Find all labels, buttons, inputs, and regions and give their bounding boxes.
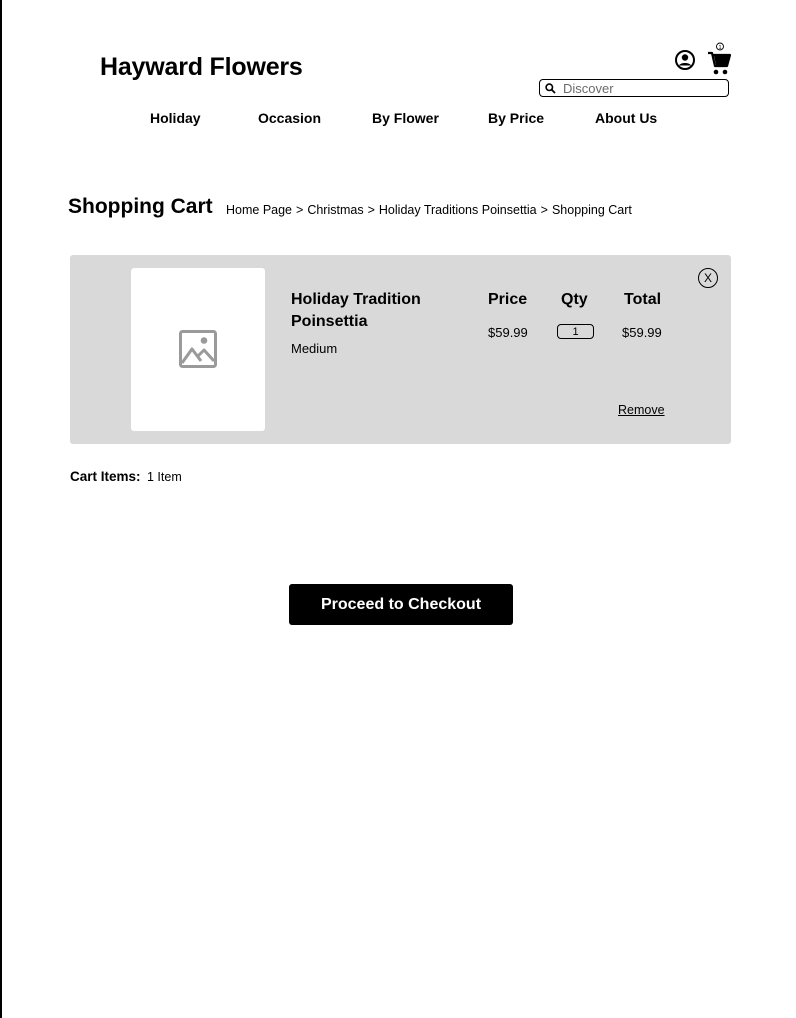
breadcrumb-separator: >: [367, 203, 375, 217]
breadcrumb-separator: >: [296, 203, 304, 217]
item-total: $59.99: [622, 325, 662, 340]
page-title: Shopping Cart: [68, 195, 213, 218]
qty-header: Qty: [561, 291, 588, 308]
cart-count-badge: 1: [718, 45, 721, 51]
cart-icon[interactable]: 1: [706, 42, 732, 78]
nav-item-about-us[interactable]: About Us: [595, 110, 657, 126]
breadcrumb-product[interactable]: Holiday Traditions Poinsettia: [379, 203, 537, 217]
breadcrumb-separator: >: [540, 203, 548, 217]
breadcrumb: Home Page > Christmas > Holiday Traditio…: [226, 203, 632, 217]
search-icon: [545, 82, 556, 94]
breadcrumb-christmas[interactable]: Christmas: [307, 203, 363, 217]
item-price: $59.99: [488, 325, 528, 340]
nav-item-by-flower[interactable]: By Flower: [372, 110, 439, 126]
price-header: Price: [488, 291, 528, 308]
cart-items-count: 1 Item: [147, 470, 182, 484]
site-logo[interactable]: Hayward Flowers: [100, 53, 303, 82]
search-box[interactable]: [539, 79, 729, 97]
search-input[interactable]: [563, 80, 723, 96]
close-icon[interactable]: X: [698, 268, 718, 288]
breadcrumb-home[interactable]: Home Page: [226, 203, 292, 217]
nav-item-occasion[interactable]: Occasion: [258, 110, 321, 126]
account-icon[interactable]: [674, 49, 696, 71]
cart-items-label: Cart Items:: [70, 469, 141, 484]
page-left-border: [0, 0, 2, 1018]
breadcrumb-current: Shopping Cart: [551, 203, 632, 217]
product-image[interactable]: [131, 268, 265, 431]
nav-item-by-price[interactable]: By Price: [488, 110, 544, 126]
remove-link[interactable]: Remove: [618, 403, 665, 417]
product-size: Medium: [291, 341, 338, 356]
image-placeholder-icon: [179, 330, 217, 368]
total-header: Total: [624, 291, 662, 308]
proceed-to-checkout-button[interactable]: Proceed to Checkout: [289, 584, 513, 625]
nav-item-holiday[interactable]: Holiday: [150, 110, 201, 126]
quantity-input[interactable]: [557, 324, 594, 339]
product-name[interactable]: Holiday Tradition Poinsettia: [291, 289, 461, 333]
